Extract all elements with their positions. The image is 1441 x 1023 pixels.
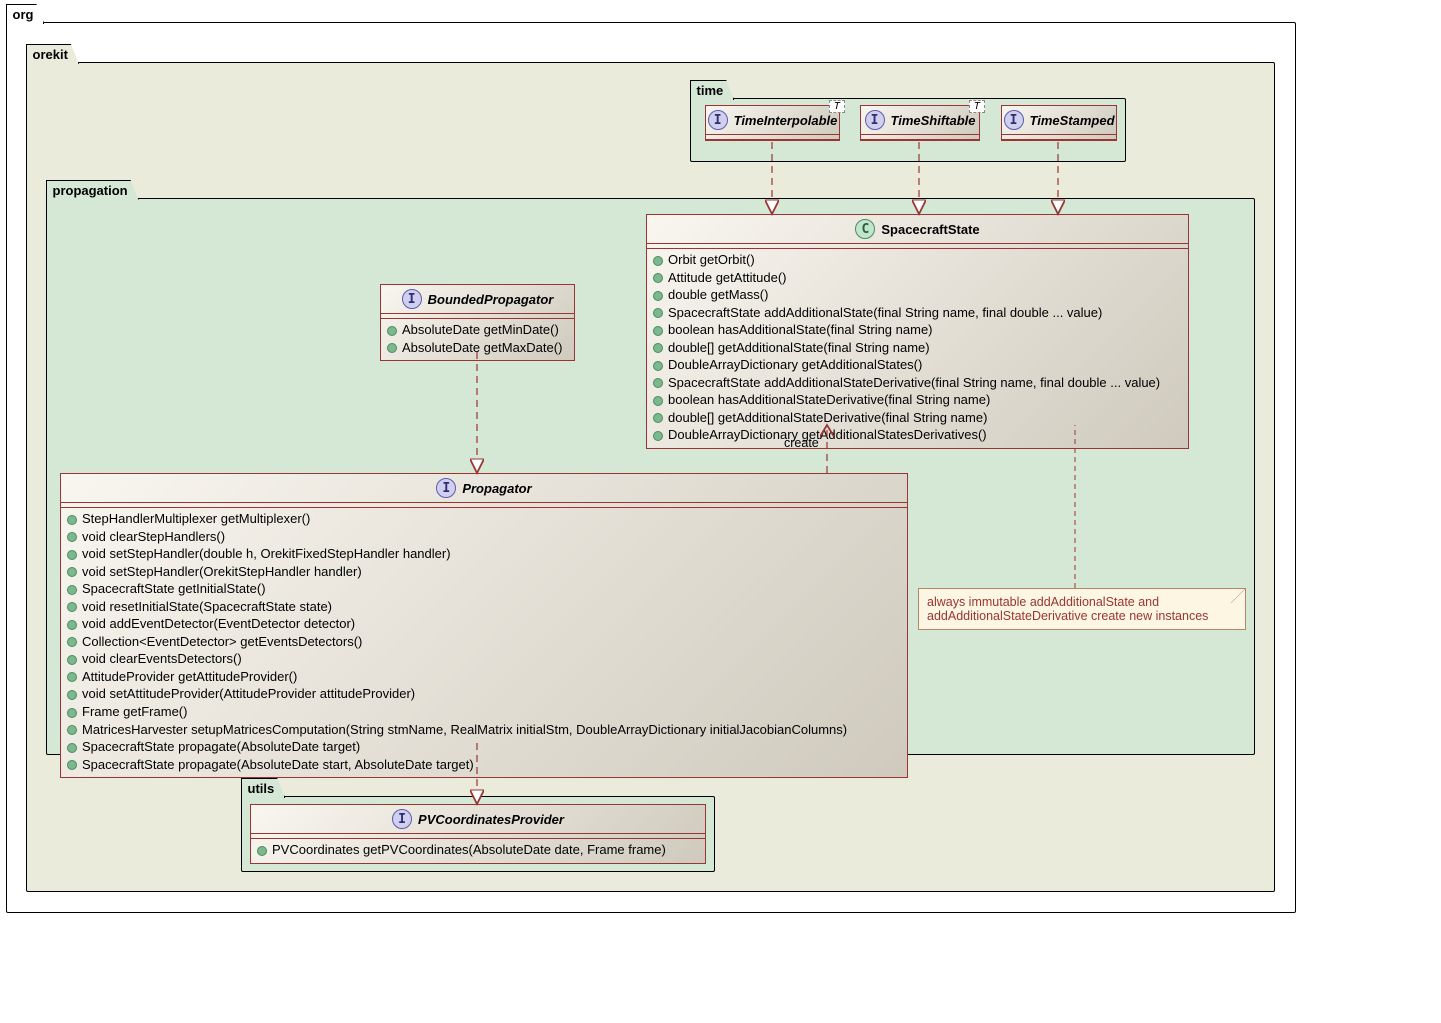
member: void addEventDetector(EventDetector dete… — [67, 615, 901, 633]
member: StepHandlerMultiplexer getMultiplexer() — [67, 510, 901, 528]
member: DoubleArrayDictionary getAdditionalState… — [653, 356, 1182, 374]
member: boolean hasAdditionalState(final String … — [653, 321, 1182, 339]
member: boolean hasAdditionalStateDerivative(fin… — [653, 391, 1182, 409]
edge-label-create: create — [784, 436, 819, 450]
node-boundedpropagator: I BoundedPropagator AbsoluteDate getMinD… — [380, 284, 575, 361]
member: void clearStepHandlers() — [67, 528, 901, 546]
node-title: TimeShiftable — [891, 113, 976, 128]
member: void setStepHandler(double h, OrekitFixe… — [67, 545, 901, 563]
interface-icon: I — [865, 110, 885, 130]
package-propagation-tab: propagation — [46, 180, 139, 200]
member: void setStepHandler(OrekitStepHandler ha… — [67, 563, 901, 581]
node-title: TimeInterpolable — [734, 113, 838, 128]
members-pvprovider: PVCoordinates getPVCoordinates(AbsoluteD… — [251, 839, 705, 863]
member: Frame getFrame() — [67, 703, 901, 721]
node-timestamped: I TimeStamped — [1001, 105, 1117, 141]
member: SpacecraftState getInitialState() — [67, 580, 901, 598]
interface-icon: I — [392, 809, 412, 829]
node-timeinterpolable: T I TimeInterpolable — [705, 105, 840, 141]
member: AttitudeProvider getAttitudeProvider() — [67, 668, 901, 686]
member: SpacecraftState propagate(AbsoluteDate t… — [67, 738, 901, 756]
generic-badge: T — [969, 100, 985, 113]
member: void clearEventsDetectors() — [67, 650, 901, 668]
interface-icon: I — [708, 110, 728, 130]
class-icon: C — [855, 219, 875, 239]
interface-icon: I — [1004, 110, 1024, 130]
member: Collection<EventDetector> getEventsDetec… — [67, 633, 901, 651]
node-pvcoordinatesprovider: I PVCoordinatesProvider PVCoordinates ge… — [250, 804, 706, 864]
member: Attitude getAttitude() — [653, 269, 1182, 287]
member: SpacecraftState addAdditionalStateDeriva… — [653, 374, 1182, 392]
members-boundedpropagator: AbsoluteDate getMinDate() AbsoluteDate g… — [381, 319, 574, 360]
member: Orbit getOrbit() — [653, 251, 1182, 269]
generic-badge: T — [829, 100, 845, 113]
member: AbsoluteDate getMaxDate() — [387, 339, 568, 357]
member: void resetInitialState(SpacecraftState s… — [67, 598, 901, 616]
node-spacecraftstate: C SpacecraftState Orbit getOrbit() Attit… — [646, 214, 1189, 449]
node-timeshiftable: T I TimeShiftable — [860, 105, 980, 141]
node-title: SpacecraftState — [881, 222, 979, 237]
member: MatricesHarvester setupMatricesComputati… — [67, 721, 901, 739]
member: PVCoordinates getPVCoordinates(AbsoluteD… — [257, 841, 699, 859]
member: SpacecraftState propagate(AbsoluteDate s… — [67, 756, 901, 774]
node-title: BoundedPropagator — [428, 292, 554, 307]
member: void setAttitudeProvider(AttitudeProvide… — [67, 685, 901, 703]
interface-icon: I — [402, 289, 422, 309]
member: double[] getAdditionalState(final String… — [653, 339, 1182, 357]
member: double[] getAdditionalStateDerivative(fi… — [653, 409, 1182, 427]
note-immutable: always immutable addAdditionalState and … — [918, 588, 1246, 630]
member: DoubleArrayDictionary getAdditionalState… — [653, 426, 1182, 444]
member: AbsoluteDate getMinDate() — [387, 321, 568, 339]
node-propagator: I Propagator StepHandlerMultiplexer getM… — [60, 473, 908, 778]
node-title: Propagator — [462, 481, 531, 496]
interface-icon: I — [436, 478, 456, 498]
node-title: TimeStamped — [1030, 113, 1115, 128]
package-orekit-tab: orekit — [26, 44, 79, 64]
package-org-tab: org — [6, 4, 45, 24]
members-propagator: StepHandlerMultiplexer getMultiplexer() … — [61, 508, 907, 777]
node-title: PVCoordinatesProvider — [418, 812, 564, 827]
members-spacecraftstate: Orbit getOrbit() Attitude getAttitude() … — [647, 249, 1188, 448]
member: SpacecraftState addAdditionalState(final… — [653, 304, 1182, 322]
note-text: always immutable addAdditionalState and … — [927, 595, 1208, 623]
member: double getMass() — [653, 286, 1182, 304]
